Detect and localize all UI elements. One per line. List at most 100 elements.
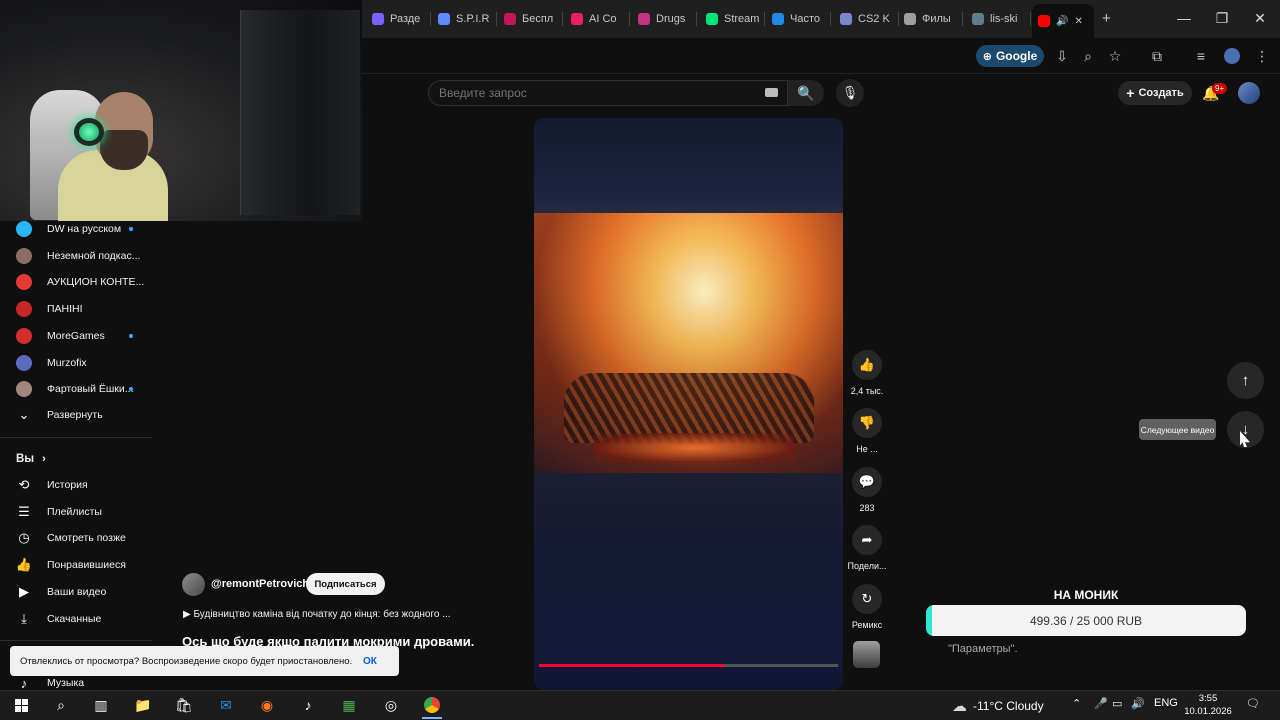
file-explorer-icon[interactable]: 📁 (129, 693, 157, 717)
sidebar-you-item[interactable]: ⤓ Скачанные (16, 608, 101, 630)
webcam-person-beard (100, 130, 148, 170)
profile-icon[interactable] (1221, 45, 1243, 67)
spreadsheet-icon[interactable]: ▦ (335, 693, 363, 717)
firefox-icon[interactable]: ◉ (253, 693, 281, 717)
remix-icon[interactable]: ↻ (852, 584, 882, 614)
channel-avatar-icon (16, 301, 32, 318)
dislike-action[interactable]: 👎 Не ... (846, 408, 888, 454)
channel-avatar[interactable] (182, 573, 205, 596)
zoom-icon[interactable]: ⌕ (1077, 45, 1099, 67)
sidebar-you-item[interactable]: ▶ Ваши видео (16, 581, 106, 603)
webcam-headset-light (79, 123, 99, 141)
create-button[interactable]: + Создать (1118, 81, 1192, 105)
previous-video-button[interactable]: ↑ (1227, 362, 1264, 399)
comment-icon[interactable]: 💬 (852, 467, 882, 497)
voice-search-button[interactable]: 🎙 (836, 79, 864, 107)
weather-text: -11°C Cloudy (973, 699, 1044, 713)
notification-center-icon[interactable]: 🗨 (1246, 697, 1260, 710)
video-progress-bar[interactable] (539, 664, 838, 667)
donation-title: НА МОНИК (1053, 588, 1119, 602)
browser-tab[interactable]: Разде (366, 8, 428, 30)
shorts-video-player[interactable] (534, 118, 843, 690)
bookmark-star-icon[interactable]: ☆ (1104, 45, 1126, 67)
create-label: Создать (1138, 87, 1184, 99)
browser-tab[interactable]: Stream (700, 8, 762, 30)
sidebar-subscription-item[interactable]: АУКЦИОН КОНТЕ... (16, 271, 144, 293)
browser-tab[interactable]: Drugs (632, 8, 694, 30)
tiktok-icon[interactable]: ♪ (294, 693, 322, 717)
sidebar-expand[interactable]: ⌄ Развернуть (16, 404, 103, 426)
browser-tab[interactable]: AI Co (565, 8, 627, 30)
tab-separator (764, 12, 765, 26)
search-taskbar-icon[interactable]: ⌕ (47, 693, 75, 717)
browser-tab[interactable]: S.P.I.R (432, 8, 494, 30)
sidebar-you-header[interactable]: Вы › (16, 448, 46, 470)
tray-expand-icon[interactable]: ⌃ (1072, 697, 1081, 710)
new-tab-button[interactable]: + (1102, 10, 1111, 27)
sidebar-subscription-item[interactable]: Неземной подкас... (16, 245, 140, 267)
like-action[interactable]: 👍 2,4 тыс. (846, 350, 888, 396)
volume-icon[interactable]: 🔊 (1131, 697, 1145, 710)
remix-action[interactable]: ↻ Ремикс (846, 584, 888, 630)
sidebar-you-item[interactable]: 👍 Понравившиеся (16, 554, 126, 576)
browser-tab[interactable]: CS2 K (834, 8, 896, 30)
search-input[interactable] (429, 81, 749, 105)
media-control-icon[interactable]: ≡ (1190, 45, 1212, 67)
chrome-icon[interactable] (418, 693, 446, 719)
subscription-label: Неземной подкас... (47, 249, 141, 262)
browser-tab[interactable]: Филы (898, 8, 960, 30)
arrow-up-icon: ↑ (1241, 372, 1250, 389)
tab-separator (1030, 12, 1031, 26)
tab-favicon-icon (772, 13, 784, 25)
share-action[interactable]: ➦ Подели... (846, 525, 888, 571)
mail-icon[interactable]: ✉ (212, 693, 240, 717)
windows-start-icon[interactable] (7, 693, 35, 717)
channel-name[interactable]: @remontPetrovich (211, 578, 309, 590)
speaker-icon[interactable]: 🔊 (1056, 16, 1068, 27)
tab-close-icon[interactable]: ✕ (1074, 16, 1082, 27)
like-icon[interactable]: 👍 (852, 350, 882, 380)
extensions-icon[interactable]: ⧉ (1146, 45, 1168, 67)
sidebar-subscription-item[interactable]: DW на русском (16, 218, 121, 240)
weather-widget[interactable]: ☁ -11°C Cloudy (952, 697, 1044, 715)
install-app-icon[interactable]: ⇩ (1051, 45, 1073, 67)
video-music-line[interactable]: ▶ Будівництво каміна від початку до кінц… (183, 609, 451, 620)
snackbar-ok-button[interactable]: ОК (363, 646, 377, 676)
sidebar-you-item[interactable]: ◷ Смотреть позже (16, 527, 126, 549)
browser-tab[interactable]: lis-ski (966, 8, 1028, 30)
browser-tab[interactable]: Часто (766, 8, 828, 30)
minimize-button[interactable]: — (1166, 6, 1202, 30)
tab-favicon-icon (638, 13, 650, 25)
google-search-chip[interactable]: ⊕ Google (976, 45, 1044, 67)
browser-tab[interactable]: Беспл (498, 8, 560, 30)
task-view-icon[interactable]: ▥ (87, 693, 115, 717)
subscribe-button[interactable]: Подписаться (306, 573, 385, 595)
keyboard-icon[interactable] (765, 88, 778, 97)
search-button[interactable]: 🔍 (788, 80, 824, 106)
maximize-button[interactable]: ❐ (1204, 6, 1240, 30)
sidebar-subscription-item[interactable]: Murzofix (16, 352, 87, 374)
sidebar-subscription-item[interactable]: Фартовый Ёшки... (16, 378, 134, 400)
network-icon[interactable]: ▭ (1112, 697, 1122, 710)
sidebar-you-item[interactable]: ☰ Плейлисты (16, 501, 102, 523)
dislike-icon[interactable]: 👎 (852, 408, 882, 438)
browser-menu-icon[interactable]: ⋮ (1251, 45, 1273, 67)
language-indicator[interactable]: ENG (1154, 697, 1178, 709)
sidebar-subscription-item[interactable]: MoreGames (16, 325, 105, 347)
sidebar-subscription-item[interactable]: ПАНІНІ (16, 298, 83, 320)
microphone-tray-icon[interactable]: 🎤 (1094, 697, 1108, 710)
obs-icon[interactable]: ◎ (377, 693, 405, 717)
search-box[interactable] (428, 80, 788, 106)
account-avatar[interactable] (1238, 82, 1260, 104)
sound-thumbnail[interactable] (853, 641, 880, 668)
sidebar-you-label: Понравившиеся (47, 559, 126, 572)
sidebar-expand-label: Развернуть (47, 409, 103, 421)
close-window-button[interactable]: ✕ (1242, 6, 1278, 30)
taskbar-clock[interactable]: 3:55 10.01.2026 (1180, 692, 1236, 718)
sidebar-you-item[interactable]: ⟲ История (16, 474, 88, 496)
tab-youtube-active[interactable]: 🔊 ✕ (1032, 4, 1094, 38)
share-icon[interactable]: ➦ (852, 525, 882, 555)
comments-action[interactable]: 💬 283 (846, 467, 888, 513)
next-video-button[interactable]: ↓ (1227, 411, 1264, 448)
microsoft-store-icon[interactable]: 🛍 (170, 693, 198, 717)
